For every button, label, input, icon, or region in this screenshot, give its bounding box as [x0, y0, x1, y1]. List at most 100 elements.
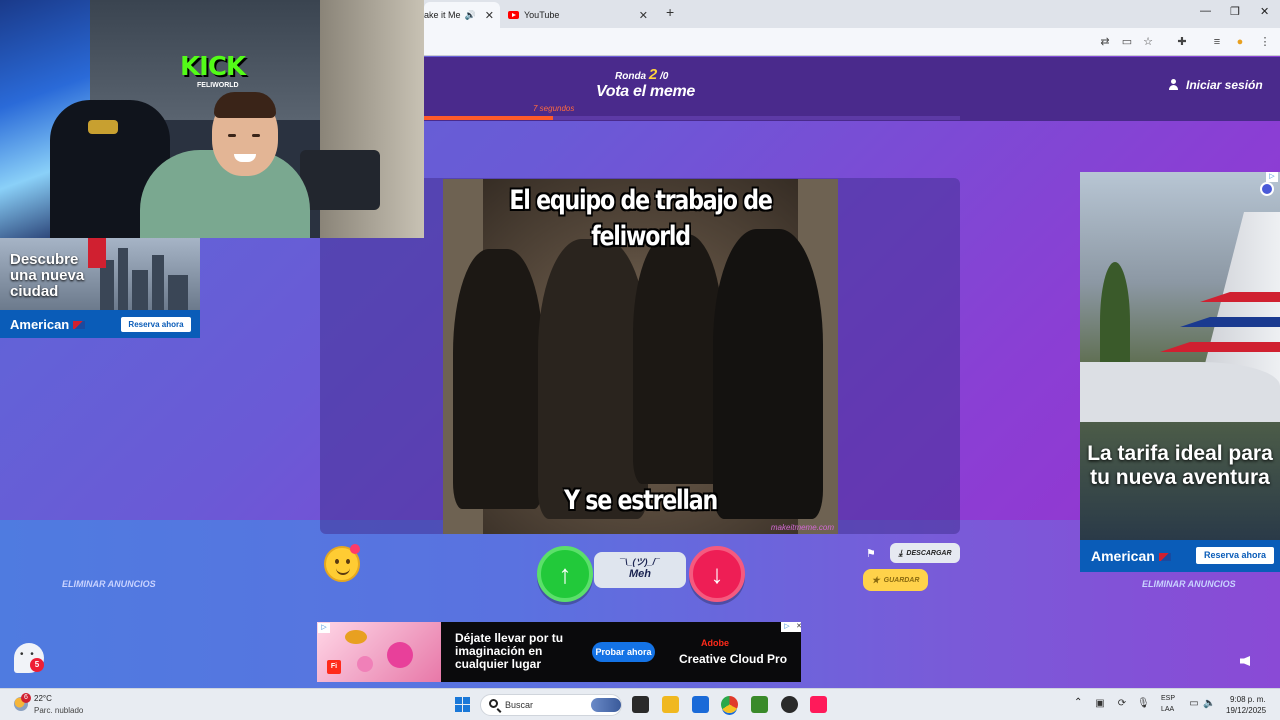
- weather-description: Parc. nublado: [34, 706, 84, 715]
- browser-tab-strip: ake it Me 🔊 ✕ YouTube ✕ + — ❐ ✕: [424, 0, 1280, 28]
- meme-top-text: El equipo de trabajo de feliworld: [509, 185, 773, 252]
- remove-ads-link[interactable]: ELIMINAR ANUNCIOS: [1142, 579, 1236, 589]
- close-ad-icon[interactable]: ✕: [793, 622, 801, 632]
- vote-meh-button[interactable]: ¯\_(ツ)_/¯ Meh: [594, 552, 686, 588]
- start-button[interactable]: [455, 697, 470, 712]
- webcam-background-chair: [300, 150, 380, 210]
- ad-flower-image: Fi: [317, 622, 441, 682]
- windows-taskbar: 6 22°C Parc. nublado Buscar ⌃ ▣ ⟳ 🎙 ESP …: [0, 688, 1280, 720]
- download-label: DESCARGAR: [906, 549, 952, 557]
- vote-up-button[interactable]: ↑: [537, 546, 593, 602]
- tab-make-it-meme[interactable]: ake it Me 🔊 ✕: [424, 2, 500, 28]
- close-tab-icon[interactable]: ✕: [639, 9, 648, 22]
- building: [132, 270, 148, 310]
- ad-cta-button[interactable]: Reserva ahora: [121, 317, 191, 332]
- save-label: GUARDAR: [883, 576, 920, 584]
- minecraft-icon[interactable]: [751, 696, 768, 713]
- search-highlight-icon: [591, 698, 621, 712]
- ad-badge-icon: [1260, 182, 1274, 196]
- american-logo: American: [1091, 548, 1171, 564]
- microphone-icon[interactable]: 🎙: [1137, 698, 1150, 710]
- media-control-icon[interactable]: ≡: [1211, 36, 1223, 48]
- adchoices-icon[interactable]: ▷: [318, 623, 330, 633]
- user-icon: [1168, 79, 1179, 91]
- ad-headline: Déjate llevar por tu imaginación en cual…: [455, 631, 564, 671]
- kick-logo: KICK: [180, 52, 246, 82]
- clock-date[interactable]: 19/12/2025: [1226, 706, 1266, 715]
- building: [118, 248, 128, 310]
- clock-time[interactable]: 9:08 p. m.: [1230, 695, 1266, 704]
- menu-dots-icon[interactable]: ⋮: [1259, 36, 1271, 48]
- restore-button[interactable]: ❐: [1230, 5, 1240, 18]
- tab-title: ake it Me: [424, 10, 461, 20]
- round-indicator: Ronda 2 /0: [615, 66, 668, 83]
- task-view-icon[interactable]: [632, 696, 649, 713]
- file-explorer-icon[interactable]: [662, 696, 679, 713]
- cast-icon[interactable]: ▭: [1121, 36, 1133, 48]
- adchoices-icon[interactable]: ▷: [781, 622, 793, 632]
- tray-expand-icon[interactable]: ⌃: [1074, 697, 1082, 708]
- language-indicator[interactable]: ESP: [1161, 695, 1175, 702]
- download-icon: ⤓: [898, 547, 903, 558]
- bee: [345, 630, 367, 644]
- profile-icon[interactable]: ●: [1234, 36, 1246, 48]
- american-logo: American: [10, 317, 86, 332]
- meme-watermark: makeitmeme.com: [770, 523, 834, 532]
- login-button[interactable]: Iniciar sesión: [1168, 78, 1263, 92]
- close-tab-icon[interactable]: ✕: [485, 9, 494, 22]
- round-label: Ronda: [615, 71, 647, 82]
- remove-ads-link[interactable]: ELIMINAR ANUNCIOS: [62, 579, 156, 589]
- ad-banner-right[interactable]: La tarifa ideal para tu nueva aventura A…: [1080, 172, 1280, 572]
- login-label: Iniciar sesión: [1186, 78, 1263, 92]
- ad-cta-button[interactable]: Reserva ahora: [1196, 547, 1274, 564]
- download-button[interactable]: ⤓ DESCARGAR: [890, 543, 960, 563]
- ad-banner-left[interactable]: Descubre una nueva ciudad American Reser…: [0, 238, 200, 338]
- meme-image: El equipo de trabajo de feliworld Y se e…: [443, 179, 838, 534]
- fi-badge: Fi: [327, 660, 341, 674]
- tray-app-icon[interactable]: ▣: [1094, 698, 1106, 710]
- store-icon[interactable]: [692, 696, 709, 713]
- ad-cta-button[interactable]: Probar ahora: [592, 642, 655, 662]
- flower: [357, 656, 373, 672]
- tray-sync-icon[interactable]: ⟳: [1116, 698, 1128, 710]
- minimize-button[interactable]: —: [1200, 5, 1211, 17]
- tab-audio-icon[interactable]: 🔊: [465, 10, 476, 21]
- ad-banner-bottom[interactable]: Fi Déjate llevar por tu imaginación en c…: [317, 622, 801, 682]
- extensions-icon[interactable]: ✚: [1176, 36, 1188, 48]
- report-flag-icon[interactable]: ⚑: [866, 547, 876, 560]
- ad-headline: La tarifa ideal para tu nueva aventura: [1087, 442, 1273, 489]
- new-tab-button[interactable]: +: [666, 4, 674, 20]
- network-icon[interactable]: ▭: [1188, 698, 1200, 710]
- timer-bar-fill: [424, 116, 553, 120]
- chrome-icon[interactable]: [721, 696, 738, 713]
- tiktok-icon[interactable]: [810, 696, 827, 713]
- meme-person: [713, 229, 823, 519]
- timer-bar: [424, 116, 960, 120]
- shrug-emoticon: ¯\_(ツ)_/¯: [620, 557, 660, 567]
- meme-person: [453, 249, 543, 509]
- taskbar-search[interactable]: Buscar: [480, 694, 622, 716]
- building: [168, 275, 188, 310]
- keyboard-layout[interactable]: LAA: [1161, 706, 1174, 713]
- ad-brand-bar: American Reserva ahora: [1080, 540, 1280, 572]
- tab-youtube[interactable]: YouTube ✕: [504, 2, 654, 28]
- page-title: Vota el meme: [596, 83, 695, 100]
- round-total: /0: [660, 71, 669, 82]
- emoji-reaction-button[interactable]: [324, 544, 360, 582]
- translate-icon[interactable]: ⇄: [1099, 36, 1111, 48]
- ad-brand-bar: American Reserva ahora: [0, 310, 200, 338]
- vote-down-button[interactable]: ↓: [689, 546, 745, 602]
- close-window-button[interactable]: ✕: [1260, 5, 1269, 18]
- bookmark-star-icon[interactable]: ☆: [1142, 36, 1154, 48]
- adchoices-icon[interactable]: ▷: [1266, 172, 1278, 182]
- gaming-chair-trim: [88, 120, 118, 134]
- meh-label: Meh: [629, 568, 651, 580]
- timer-label: 7 segundos: [533, 104, 575, 113]
- ad-headline: Descubre una nueva ciudad: [10, 251, 85, 300]
- streamer-hair: [214, 92, 276, 118]
- app-icon[interactable]: [781, 696, 798, 713]
- chat-badge: 5: [30, 658, 44, 672]
- save-button[interactable]: ★ GUARDAR: [863, 569, 928, 591]
- channel-name: FELIWORLD: [197, 82, 239, 89]
- volume-icon[interactable]: 🔈: [1203, 698, 1215, 710]
